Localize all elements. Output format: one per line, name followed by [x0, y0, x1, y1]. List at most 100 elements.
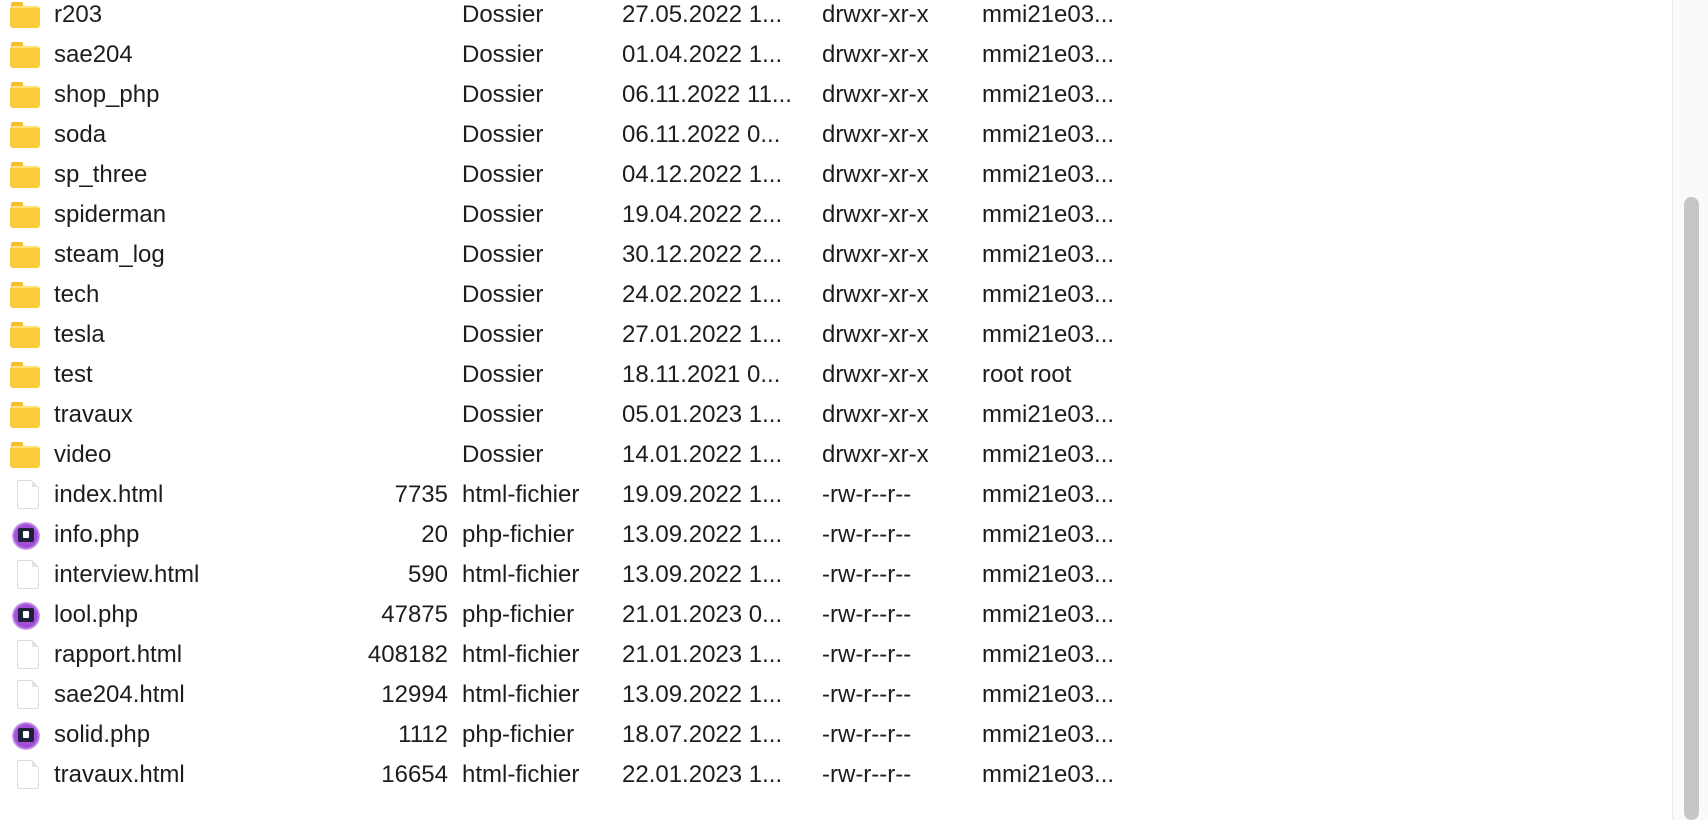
file-permissions: drwxr-xr-x: [822, 161, 929, 188]
file-type: Dossier: [462, 321, 544, 348]
folder-row[interactable]: r203 Dossier 27.05.2022 1... drwxr-xr-x mmi2…: [0, 0, 1670, 35]
file-modified: 27.01.2022 1...: [622, 321, 783, 348]
folder-row[interactable]: steam_log Dossier 30.12.2022 2... drwxr-xr-…: [0, 235, 1670, 275]
file-modified: 05.01.2023 1...: [622, 401, 783, 428]
file-type: html-fichier: [462, 481, 580, 508]
file-modified: 14.01.2022 1...: [622, 441, 783, 468]
file-modified: 19.04.2022 2...: [622, 201, 783, 228]
file-name: tesla: [54, 321, 105, 348]
folder-icon: [10, 435, 42, 475]
file-type: html-fichier: [462, 681, 580, 708]
document-icon: [10, 675, 42, 715]
file-name: sae204.html: [54, 681, 185, 708]
folder-row[interactable]: test Dossier 18.11.2021 0... drwxr-xr-x root…: [0, 355, 1670, 395]
folder-icon: [10, 195, 42, 235]
file-name: index.html: [54, 481, 164, 508]
file-name: soda: [54, 121, 107, 148]
file-type: Dossier: [462, 1, 544, 28]
folder-icon: [10, 235, 42, 275]
file-owner: mmi21e03...: [982, 681, 1115, 708]
file-type: Dossier: [462, 241, 544, 268]
file-owner: mmi21e03...: [982, 401, 1115, 428]
file-modified: 04.12.2022 1...: [622, 161, 783, 188]
folder-icon: [10, 155, 42, 195]
folder-icon: [10, 35, 42, 75]
file-name: steam_log: [54, 241, 165, 268]
file-owner: mmi21e03...: [982, 521, 1115, 548]
php-file-icon: [10, 595, 42, 635]
file-name: r203: [54, 1, 103, 28]
file-name: tech: [54, 281, 100, 308]
folder-row[interactable]: sae204 Dossier 01.04.2022 1... drwxr-xr-x mm…: [0, 35, 1670, 75]
file-permissions: drwxr-xr-x: [822, 201, 929, 228]
file-row[interactable]: lool.php 47875 php-fichier 21.01.2023 0... -…: [0, 595, 1670, 635]
remote-file-panel: r203 Dossier 27.05.2022 1... drwxr-xr-x mmi2…: [0, 0, 1708, 820]
folder-icon: [10, 75, 42, 115]
file-name: info.php: [54, 521, 140, 548]
file-owner: mmi21e03...: [982, 321, 1115, 348]
file-owner: mmi21e03...: [982, 161, 1115, 188]
file-permissions: drwxr-xr-x: [822, 361, 929, 388]
file-size: 590: [407, 561, 448, 588]
file-modified: 06.11.2022 0...: [622, 121, 781, 148]
file-row[interactable]: interview.html 590 html-fichier 13.09.2022 …: [0, 555, 1670, 595]
folder-row[interactable]: travaux Dossier 05.01.2023 1... drwxr-xr-x m…: [0, 395, 1670, 435]
file-owner: mmi21e03...: [982, 601, 1115, 628]
file-owner: mmi21e03...: [982, 641, 1115, 668]
file-type: Dossier: [462, 161, 544, 188]
file-name: travaux: [54, 401, 133, 428]
file-type: Dossier: [462, 441, 544, 468]
file-size: 1112: [398, 721, 448, 748]
file-type: html-fichier: [462, 561, 580, 588]
folder-row[interactable]: sp_three Dossier 04.12.2022 1... drwxr-xr-x…: [0, 155, 1670, 195]
file-permissions: -rw-r--r--: [822, 681, 912, 708]
file-modified: 01.04.2022 1...: [622, 41, 783, 68]
file-row[interactable]: travaux.html 16654 html-fichier 22.01.2023 …: [0, 755, 1670, 795]
file-modified: 21.01.2023 1...: [622, 641, 783, 668]
file-name: sp_three: [54, 161, 148, 188]
file-type: Dossier: [462, 361, 544, 388]
folder-row[interactable]: soda Dossier 06.11.2022 0... drwxr-xr-x mmi2…: [0, 115, 1670, 155]
file-type: html-fichier: [462, 641, 580, 668]
file-size: 408182: [367, 641, 448, 668]
file-list: r203 Dossier 27.05.2022 1... drwxr-xr-x mmi2…: [0, 0, 1670, 795]
folder-row[interactable]: shop_php Dossier 06.11.2022 11... drwxr-xr-…: [0, 75, 1670, 115]
file-permissions: -rw-r--r--: [822, 761, 912, 788]
file-row[interactable]: index.html 7735 html-fichier 19.09.2022 1..…: [0, 475, 1670, 515]
file-modified: 21.01.2023 0...: [622, 601, 783, 628]
folder-row[interactable]: tesla Dossier 27.01.2022 1... drwxr-xr-x mmi…: [0, 315, 1670, 355]
file-type: Dossier: [462, 41, 544, 68]
file-row[interactable]: solid.php 1112 php-fichier 18.07.2022 1... -…: [0, 715, 1670, 755]
document-icon: [10, 635, 42, 675]
file-type: php-fichier: [462, 721, 575, 748]
php-file-icon: [10, 715, 42, 755]
file-owner: mmi21e03...: [982, 721, 1115, 748]
vertical-scrollbar[interactable]: [1672, 0, 1708, 820]
file-permissions: drwxr-xr-x: [822, 1, 929, 28]
file-modified: 22.01.2023 1...: [622, 761, 783, 788]
file-row[interactable]: rapport.html 408182 html-fichier 21.01.2023…: [0, 635, 1670, 675]
file-owner: mmi21e03...: [982, 121, 1115, 148]
file-permissions: drwxr-xr-x: [822, 121, 929, 148]
file-type: Dossier: [462, 281, 544, 308]
file-type: Dossier: [462, 401, 544, 428]
file-owner: mmi21e03...: [982, 441, 1115, 468]
folder-row[interactable]: tech Dossier 24.02.2022 1... drwxr-xr-x mmi2…: [0, 275, 1670, 315]
file-modified: 13.09.2022 1...: [622, 681, 783, 708]
file-permissions: drwxr-xr-x: [822, 441, 929, 468]
folder-row[interactable]: spiderman Dossier 19.04.2022 2... drwxr-xr-…: [0, 195, 1670, 235]
file-permissions: drwxr-xr-x: [822, 41, 929, 68]
file-type: php-fichier: [462, 521, 575, 548]
file-size: 16654: [381, 761, 448, 788]
file-owner: root root: [982, 361, 1072, 388]
file-owner: mmi21e03...: [982, 81, 1115, 108]
scrollbar-thumb[interactable]: [1684, 197, 1699, 820]
file-row[interactable]: info.php 20 php-fichier 13.09.2022 1... -rw-…: [0, 515, 1670, 555]
folder-icon: [10, 315, 42, 355]
file-name: interview.html: [54, 561, 200, 588]
file-name: rapport.html: [54, 641, 183, 668]
folder-row[interactable]: video Dossier 14.01.2022 1... drwxr-xr-x mmi…: [0, 435, 1670, 475]
file-permissions: drwxr-xr-x: [822, 241, 929, 268]
file-modified: 18.07.2022 1...: [622, 721, 783, 748]
file-row[interactable]: sae204.html 12994 html-fichier 13.09.2022 1…: [0, 675, 1670, 715]
